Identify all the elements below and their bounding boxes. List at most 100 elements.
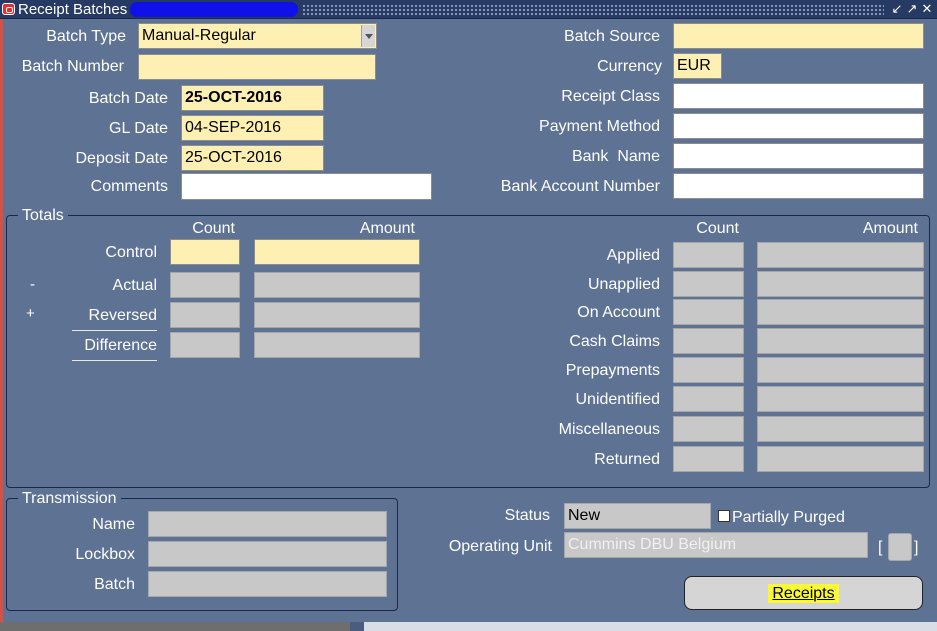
bank-name-field[interactable]: [673, 143, 924, 169]
transmission-batch-label: Batch: [94, 576, 135, 593]
prepayments-label: Prepayments: [565, 362, 660, 379]
prepayments-amount-field: [757, 357, 924, 383]
on-account-label: On Account: [577, 304, 660, 321]
scrollbar-track: [0, 622, 350, 631]
batch-source-label: Batch Source: [563, 28, 660, 45]
miscellaneous-count-field: [673, 416, 744, 442]
flex-bracket-open: [: [878, 539, 883, 556]
unapplied-count-field: [673, 271, 744, 297]
difference-amount-field: [254, 332, 420, 358]
amount-header: Amount: [359, 220, 415, 237]
deposit-date-field[interactable]: 25-OCT-2016: [181, 145, 324, 171]
window-title: Receipt Batches: [18, 1, 128, 18]
unapplied-amount-field: [757, 271, 924, 297]
title-bar: Receipt Batches ↙ ↗ ✕: [0, 0, 937, 19]
transmission-batch-field: [148, 571, 387, 597]
bank-account-number-field[interactable]: [673, 173, 924, 199]
gl-date-label: GL Date: [109, 120, 168, 137]
cash-claims-label: Cash Claims: [569, 333, 660, 350]
count-header-right: Count: [696, 220, 739, 237]
actual-count-field: [170, 272, 240, 298]
descriptive-flexfield[interactable]: [888, 533, 912, 561]
lockbox-field: [148, 541, 387, 567]
receipts-button[interactable]: Receipts: [684, 576, 923, 610]
bank-name-label: Bank Name: [571, 148, 660, 165]
partially-purged-checkbox[interactable]: [718, 510, 730, 522]
control-count-field[interactable]: [170, 239, 240, 265]
on-account-amount-field: [757, 299, 924, 325]
batch-type-value: Manual-Regular: [142, 27, 256, 44]
receipts-button-label: Receipts: [768, 584, 839, 603]
amount-header-right: Amount: [862, 220, 918, 237]
operating-unit-label: Operating Unit: [448, 538, 552, 555]
deposit-date-label: Deposit Date: [75, 150, 169, 167]
unidentified-amount-field: [757, 386, 924, 412]
window-edge: [0, 19, 3, 631]
miscellaneous-label: Miscellaneous: [558, 421, 660, 438]
payment-method-label: Payment Method: [539, 118, 660, 135]
payment-method-field[interactable]: [673, 113, 924, 139]
reversed-count-field: [170, 302, 240, 328]
cash-claims-count-field: [673, 328, 744, 354]
gl-date-field[interactable]: 04-SEP-2016: [181, 115, 324, 141]
minus-sign: -: [30, 276, 35, 293]
batch-source-field[interactable]: [673, 23, 924, 49]
applied-amount-field: [757, 242, 924, 268]
reversed-amount-field: [254, 302, 420, 328]
returned-label: Returned: [594, 451, 660, 468]
returned-count-field: [673, 446, 744, 472]
currency-label: Currency: [597, 58, 662, 75]
difference-label: Difference: [84, 337, 157, 354]
count-header: Count: [192, 220, 235, 237]
unidentified-label: Unidentified: [575, 391, 661, 408]
reversed-label: Reversed: [88, 307, 157, 324]
plus-sign: +: [26, 305, 35, 322]
comments-field[interactable]: [181, 173, 432, 200]
difference-count-field: [170, 332, 240, 358]
unapplied-label: Unapplied: [587, 276, 660, 293]
partially-purged-label: Partially Purged: [732, 509, 845, 526]
batch-type-select[interactable]: Manual-Regular: [138, 23, 377, 49]
status-field: New: [564, 503, 711, 529]
control-amount-field[interactable]: [254, 239, 420, 265]
comments-label: Comments: [90, 178, 168, 195]
chevron-down-icon[interactable]: [361, 25, 375, 47]
returned-amount-field: [757, 446, 924, 472]
batch-number-label: Batch Number: [21, 58, 124, 75]
transmission-name-label: Name: [92, 516, 135, 533]
applied-count-field: [673, 242, 744, 268]
control-label: Control: [105, 244, 157, 261]
status-label: Status: [504, 507, 550, 524]
batch-type-label: Batch Type: [46, 28, 126, 45]
difference-underline: [72, 360, 157, 361]
transmission-title: Transmission: [18, 490, 121, 508]
on-account-count-field: [673, 299, 744, 325]
prepayments-count-field: [673, 357, 744, 383]
minimize-icon[interactable]: ↙: [890, 1, 904, 17]
cash-claims-amount-field: [757, 328, 924, 354]
operating-unit-field: Cummins DBU Belgium: [564, 532, 868, 558]
receipt-class-field[interactable]: [673, 83, 924, 109]
actual-amount-field: [254, 272, 420, 298]
currency-field[interactable]: EUR: [673, 53, 722, 79]
miscellaneous-amount-field: [757, 416, 924, 442]
reversed-underline: [72, 330, 157, 331]
totals-title: Totals: [18, 207, 68, 225]
horizontal-scrollbar[interactable]: [0, 622, 937, 631]
maximize-icon[interactable]: ↗: [905, 1, 919, 17]
actual-label: Actual: [112, 277, 157, 294]
unidentified-count-field: [673, 386, 744, 412]
close-icon[interactable]: ✕: [920, 1, 934, 17]
bank-account-number-label: Bank Account Number: [500, 178, 660, 195]
receipt-class-label: Receipt Class: [561, 88, 660, 105]
batch-number-field[interactable]: [138, 54, 376, 80]
batch-date-label: Batch Date: [88, 90, 168, 107]
scrollbar-thumb[interactable]: [350, 622, 364, 631]
title-bar-grip: [302, 4, 884, 15]
flex-bracket-close: ]: [914, 539, 919, 556]
oracle-window-icon: [2, 3, 15, 15]
lockbox-label: Lockbox: [75, 546, 135, 563]
redacted-title-mark: [130, 2, 298, 17]
batch-date-field[interactable]: 25-OCT-2016: [181, 85, 324, 111]
applied-label: Applied: [606, 247, 660, 264]
